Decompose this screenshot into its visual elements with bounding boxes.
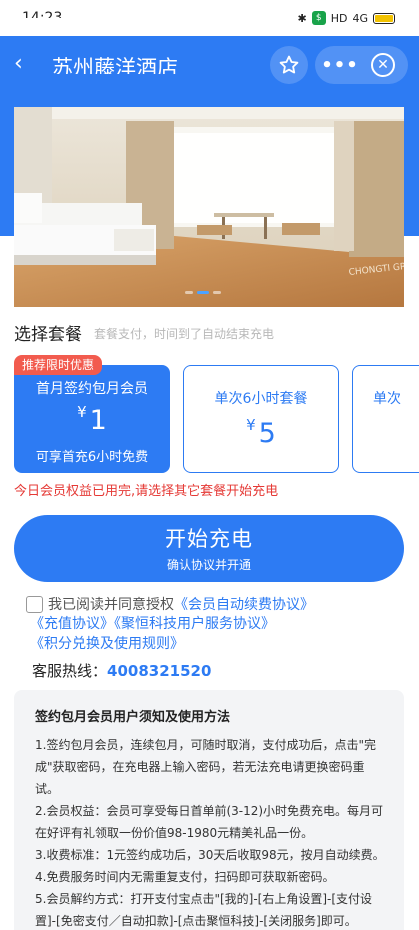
currency-symbol: ¥: [246, 416, 256, 434]
notice-panel: 签约包月会员用户须知及使用方法 1.签约包月会员，连续包月，可随时取消，支付成功…: [14, 690, 404, 930]
service-agreement-link[interactable]: 《充值协议》《聚恒科技用户服务协议》: [30, 613, 275, 633]
title-overlay: [50, 74, 190, 82]
close-icon[interactable]: ✕: [371, 53, 395, 77]
battery-icon: [373, 12, 395, 24]
hotline: 客服热线：4008321520: [32, 660, 211, 681]
more-icon[interactable]: •••: [315, 46, 365, 84]
favorite-button[interactable]: [270, 46, 308, 84]
hotel-room-photo: CHONGTI GREEN: [14, 107, 404, 307]
notice-item: 5.会员解约方式：打开支付宝点击"[我的]-[右上角设置]-[支付设置]-[免密…: [35, 892, 373, 928]
package-name: 首月签约包月会员: [36, 381, 148, 397]
currency-symbol: ¥: [77, 403, 87, 421]
package-price: ¥5: [184, 416, 338, 449]
signal-icon: 4G: [352, 11, 368, 25]
package-name: 单次: [373, 391, 401, 407]
notice-item: 3.收费标准：1元签约成功后，30天后收取98元，按月自动续费。: [35, 848, 385, 862]
agreement-checkbox[interactable]: [26, 595, 43, 613]
cta-sublabel: 确认协议并开通: [166, 558, 251, 572]
points-rules-link[interactable]: 《积分兑换及使用规则》: [30, 633, 184, 653]
notice-item: 2.会员权益：会员可享受每日首单前(3-12)小时免费充电。每月可在好评有礼领取…: [35, 804, 384, 840]
notice-item: 4.免费服务时间内无需重复支付，扫码即可获取新密码。: [35, 870, 335, 884]
price-amount: 5: [258, 418, 276, 449]
banner-pager: [185, 291, 221, 294]
notice-item: 1.签约包月会员，连续包月，可随时取消，支付成功后，点击"完成"获取密码，在充电…: [35, 738, 376, 796]
agreement-row: 我已阅读并同意授权 《会员自动续费协议》: [26, 594, 314, 614]
section-subtitle: 套餐支付，时间到了自动结束充电: [94, 327, 275, 341]
package-card-6h[interactable]: 单次6小时套餐 ¥5: [183, 365, 339, 473]
start-charging-button[interactable]: 开始充电 确认协议并开通: [14, 515, 404, 582]
hd-label: HD: [330, 11, 348, 25]
capsule-menu: ••• ✕: [315, 46, 408, 84]
package-note: 可享首充6小时免费: [35, 450, 149, 465]
status-icons: ✱ $ HD 4G: [297, 11, 395, 25]
status-overlay: [20, 18, 158, 36]
agreement-prefix: 我已阅读并同意授权: [48, 597, 174, 613]
price-amount: 1: [89, 405, 107, 436]
auto-renew-agreement-link[interactable]: 《会员自动续费协议》: [174, 594, 314, 614]
pager-dot-active: [197, 291, 209, 294]
pager-dot: [213, 291, 221, 294]
shield-icon: $: [311, 11, 326, 25]
package-list: 首月签约包月会员 ¥1 可享首充6小时免费 单次6小时套餐 ¥5 单次: [14, 365, 419, 475]
package-price: ¥1: [14, 403, 170, 436]
hotline-number[interactable]: 4008321520: [107, 662, 211, 680]
package-name: 单次6小时套餐: [214, 391, 308, 407]
package-card-monthly[interactable]: 首月签约包月会员 ¥1 可享首充6小时免费: [14, 365, 170, 473]
package-card-single[interactable]: 单次: [352, 365, 419, 473]
nav-bar: ‹ 苏州藤洋酒店 ••• ✕: [0, 36, 419, 96]
cta-label: 开始充电: [165, 527, 253, 551]
pager-dot: [185, 291, 193, 294]
section-title: 选择套餐: [14, 325, 82, 345]
back-icon[interactable]: ‹: [14, 52, 38, 76]
status-bar: 14:23 ✱ $ HD 4G: [0, 0, 419, 36]
notice-title: 签约包月会员用户须知及使用方法: [35, 710, 231, 725]
hotel-banner[interactable]: CHONGTI GREEN: [14, 107, 404, 307]
star-icon: [279, 55, 299, 74]
hotline-label: 客服热线：: [32, 662, 108, 680]
bluetooth-icon: ✱: [297, 11, 307, 25]
promo-badge: 推荐限时优惠: [14, 355, 103, 375]
warning-text: 今日会员权益已用完,请选择其它套餐开始充电: [14, 484, 279, 499]
